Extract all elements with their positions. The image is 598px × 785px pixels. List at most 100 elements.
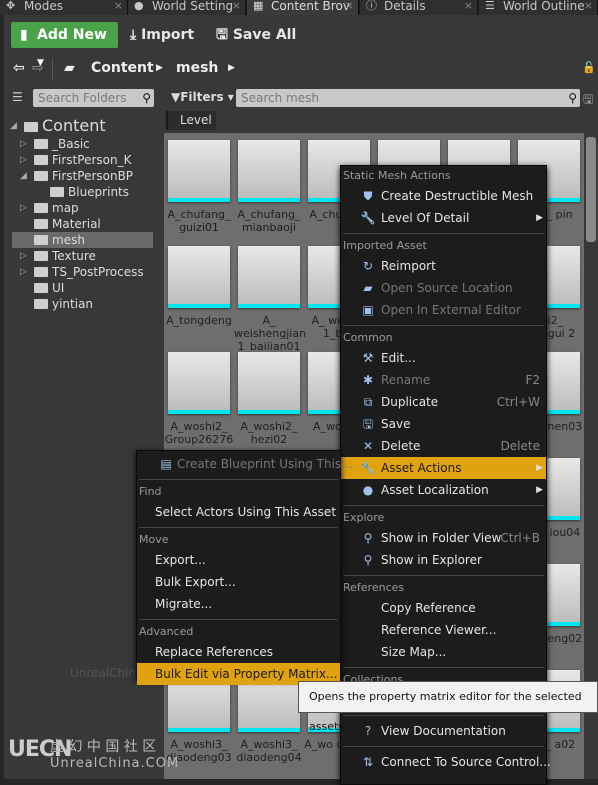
magnifier-icon: ⚲: [363, 531, 373, 545]
expand-arrow-icon[interactable]: ▷: [20, 248, 27, 264]
asset-thumbnail[interactable]: [238, 246, 300, 308]
menu-item-show-in-explorer[interactable]: ⚲ Show in Explorer: [341, 549, 546, 571]
menu-item-replace-references[interactable]: Replace References: [137, 641, 340, 663]
shortcut-label: Ctrl+B: [500, 531, 540, 545]
close-icon[interactable]: ×: [584, 0, 593, 12]
tree-item-_basic[interactable]: ▷ _Basic: [20, 136, 90, 152]
menu-item-label: Create Destructible Mesh: [381, 189, 534, 203]
expand-arrow-icon[interactable]: ◢: [10, 116, 17, 136]
menu-section-header: Find: [139, 485, 162, 498]
tree-label: TS_PostProcess: [52, 265, 144, 279]
close-icon[interactable]: ×: [345, 0, 354, 12]
chevron-right-icon[interactable]: ▶: [228, 58, 235, 78]
scrollbar[interactable]: [586, 137, 596, 242]
filters-button[interactable]: ▼Filters ▾: [171, 90, 234, 104]
tab-details[interactable]: ⓘ Details ×: [360, 0, 478, 15]
tree-item-ui[interactable]: UI: [34, 280, 64, 296]
breadcrumb-content[interactable]: Content: [91, 58, 154, 78]
placeholder: Search mesh: [241, 91, 319, 105]
forward-button[interactable]: ⇨: [32, 58, 44, 78]
menu-item-select-actors-using-this-asset[interactable]: Select Actors Using This Asset: [137, 501, 340, 523]
save-search-icon[interactable]: 🖫: [583, 90, 593, 111]
search-folders-input[interactable]: Search Folders ⚲: [33, 89, 154, 107]
chevron-right-icon[interactable]: ▶: [156, 58, 163, 78]
add-new-button[interactable]: ▮ Add New ▼: [11, 22, 118, 68]
blueprint-icon: ▤: [160, 457, 172, 471]
close-icon[interactable]: ×: [232, 0, 241, 12]
breadcrumb-mesh[interactable]: mesh: [176, 58, 218, 78]
tab-world-outliner[interactable]: ☰ World Outline ×: [479, 0, 598, 15]
expand-arrow-icon[interactable]: ▷: [20, 200, 27, 216]
tree-item-firstperson_k[interactable]: ▷ FirstPerson_K: [20, 152, 131, 168]
folder-open-icon: ▰: [64, 60, 75, 76]
menu-item-asset-localization[interactable]: ● Asset Localization ▶: [341, 479, 546, 501]
asset-label: A_woshi2_ Group26276: [164, 420, 234, 446]
tree-item-firstpersonbp[interactable]: ◢ FirstPersonBP: [20, 168, 133, 184]
menu-item-reference-viewer[interactable]: Reference Viewer...: [341, 619, 546, 641]
menu-item-delete[interactable]: ✕ Delete Delete: [341, 435, 546, 457]
asset-thumbnail[interactable]: [168, 352, 230, 414]
filter-chip-level[interactable]: Level: [166, 111, 216, 130]
menu-item-level-of-detail[interactable]: 🔧 Level Of Detail ▶: [341, 207, 546, 229]
import-label: Import: [141, 27, 195, 43]
tree-item-content[interactable]: ◢ Content: [10, 116, 106, 136]
expand-arrow-icon[interactable]: ◢: [20, 168, 27, 184]
tree-item-mesh[interactable]: mesh: [12, 232, 153, 248]
asset-thumbnail[interactable]: [168, 246, 230, 308]
asset-thumbnail[interactable]: [168, 140, 230, 202]
menu-item-save[interactable]: 🖫 Save: [341, 413, 546, 435]
expand-arrow-icon[interactable]: ▷: [20, 264, 27, 280]
menu-item-label: Level Of Detail: [381, 211, 470, 225]
external-editor-icon: ▣: [362, 303, 374, 317]
menu-item-label: Copy Reference: [381, 601, 476, 615]
expand-arrow-icon[interactable]: ▷: [20, 152, 27, 168]
menu-section-header: Explore: [343, 511, 385, 524]
tree-item-ts_postprocess[interactable]: ▷ TS_PostProcess: [20, 264, 144, 280]
import-button[interactable]: ⤓ Import: [130, 22, 194, 48]
close-icon[interactable]: ×: [464, 0, 473, 12]
menu-item-export[interactable]: Export...: [137, 549, 340, 571]
save-all-button[interactable]: 🖫 Save All: [216, 22, 296, 48]
tree-item-blueprints[interactable]: Blueprints: [50, 184, 129, 200]
folder-icon: [34, 219, 48, 229]
help-icon: ?: [364, 724, 372, 738]
asset-thumbnail[interactable]: [238, 140, 300, 202]
expand-arrow-icon[interactable]: ▷: [20, 136, 27, 152]
menu-item-open-in-external-editor[interactable]: ▣ Open In External Editor: [341, 299, 546, 321]
tree-item-texture[interactable]: ▷ Texture: [20, 248, 96, 264]
close-icon[interactable]: ×: [114, 0, 123, 12]
tree-item-yintian[interactable]: yintian: [34, 296, 93, 312]
search-icon: ⚲: [568, 91, 577, 105]
tab-content-browser[interactable]: ▦ Content Brov ×: [247, 0, 359, 15]
back-button[interactable]: ⇦: [13, 58, 25, 78]
tab-label: Modes: [24, 0, 63, 13]
asset-actions-submenu: ▤ Create Blueprint Using This... Find Selec…: [136, 450, 353, 685]
menu-item-open-source-location[interactable]: ▰ Open Source Location: [341, 277, 546, 299]
menu-item-view-documentation[interactable]: ? View Documentation: [341, 720, 546, 742]
menu-item-size-map[interactable]: Size Map...: [341, 641, 546, 663]
menu-item-connect-to-source-control[interactable]: ⇅ Connect To Source Control...: [341, 751, 551, 773]
menu-item-create-destructible-mesh[interactable]: ⛊ Create Destructible Mesh: [341, 185, 546, 207]
menu-item-asset-actions[interactable]: 🔧 Asset Actions ▶: [341, 457, 546, 479]
wrench-icon: 🔧: [360, 211, 376, 225]
menu-item-reimport[interactable]: ↻ Reimport: [341, 255, 546, 277]
menu-item-migrate[interactable]: Migrate...: [137, 593, 340, 615]
lock-icon[interactable]: 🔓: [582, 58, 596, 78]
menu-item-show-in-folder-view[interactable]: ⚲ Show in Folder View Ctrl+B: [341, 527, 546, 549]
menu-item-rename[interactable]: ✱ Rename F2: [341, 369, 546, 391]
menu-separator: [343, 575, 544, 576]
tree-label: _Basic: [52, 137, 90, 151]
tree-toggle-icon[interactable]: ☰: [12, 90, 23, 104]
tab-world-settings[interactable]: ● World Setting ×: [128, 0, 246, 15]
tab-modes[interactable]: ✥ Modes ×: [0, 0, 128, 15]
tree-item-map[interactable]: ▷ map: [20, 200, 79, 216]
search-mesh-input[interactable]: Search mesh ⚲: [236, 89, 580, 107]
menu-item-label: Export...: [155, 553, 206, 567]
menu-item-copy-reference[interactable]: Copy Reference: [341, 597, 546, 619]
menu-item-duplicate[interactable]: ⧉ Duplicate Ctrl+W: [341, 391, 546, 413]
tree-item-material[interactable]: Material: [34, 216, 101, 232]
asset-thumbnail[interactable]: [238, 352, 300, 414]
menu-item-create-blueprint-using-this[interactable]: ▤ Create Blueprint Using This...: [137, 453, 352, 475]
menu-item-bulk-export[interactable]: Bulk Export...: [137, 571, 340, 593]
menu-item-edit[interactable]: ⚒ Edit...: [341, 347, 546, 369]
